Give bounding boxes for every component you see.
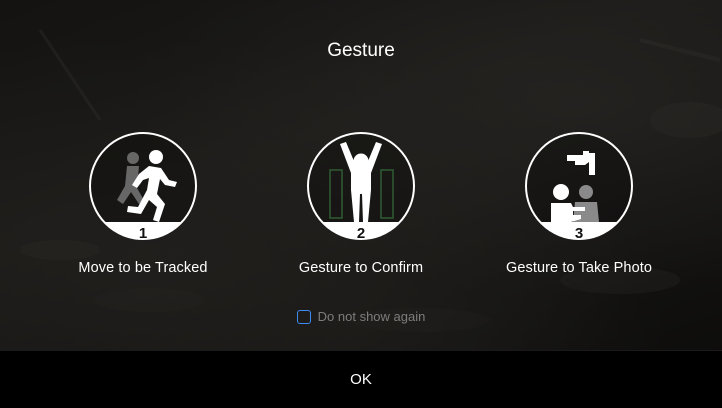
- do-not-show-again-checkbox[interactable]: [296, 309, 311, 324]
- step-label: Gesture to Take Photo: [505, 260, 653, 276]
- step-number: 1: [139, 225, 147, 242]
- photo-frame-gesture-icon: 3: [523, 130, 635, 242]
- dialog-title: Gesture: [327, 40, 395, 61]
- do-not-show-again-row[interactable]: Do not show again: [0, 309, 722, 324]
- step-number: 2: [357, 225, 365, 242]
- step-gesture-to-take-photo: 3 Gesture to Take Photo: [459, 130, 699, 276]
- do-not-show-again-label[interactable]: Do not show again: [318, 309, 426, 324]
- ok-bar: OK: [0, 350, 722, 408]
- running-person-icon: 1: [87, 130, 199, 242]
- step-move-to-be-tracked: 1 Move to be Tracked: [23, 130, 263, 276]
- ok-button[interactable]: OK: [0, 351, 722, 408]
- step-label: Move to be Tracked: [78, 260, 208, 276]
- step-number: 3: [575, 225, 583, 242]
- step-gesture-to-confirm: 2 Gesture to Confirm: [241, 130, 481, 276]
- arms-raised-person-icon: 2: [305, 130, 417, 242]
- step-label: Gesture to Confirm: [298, 260, 424, 276]
